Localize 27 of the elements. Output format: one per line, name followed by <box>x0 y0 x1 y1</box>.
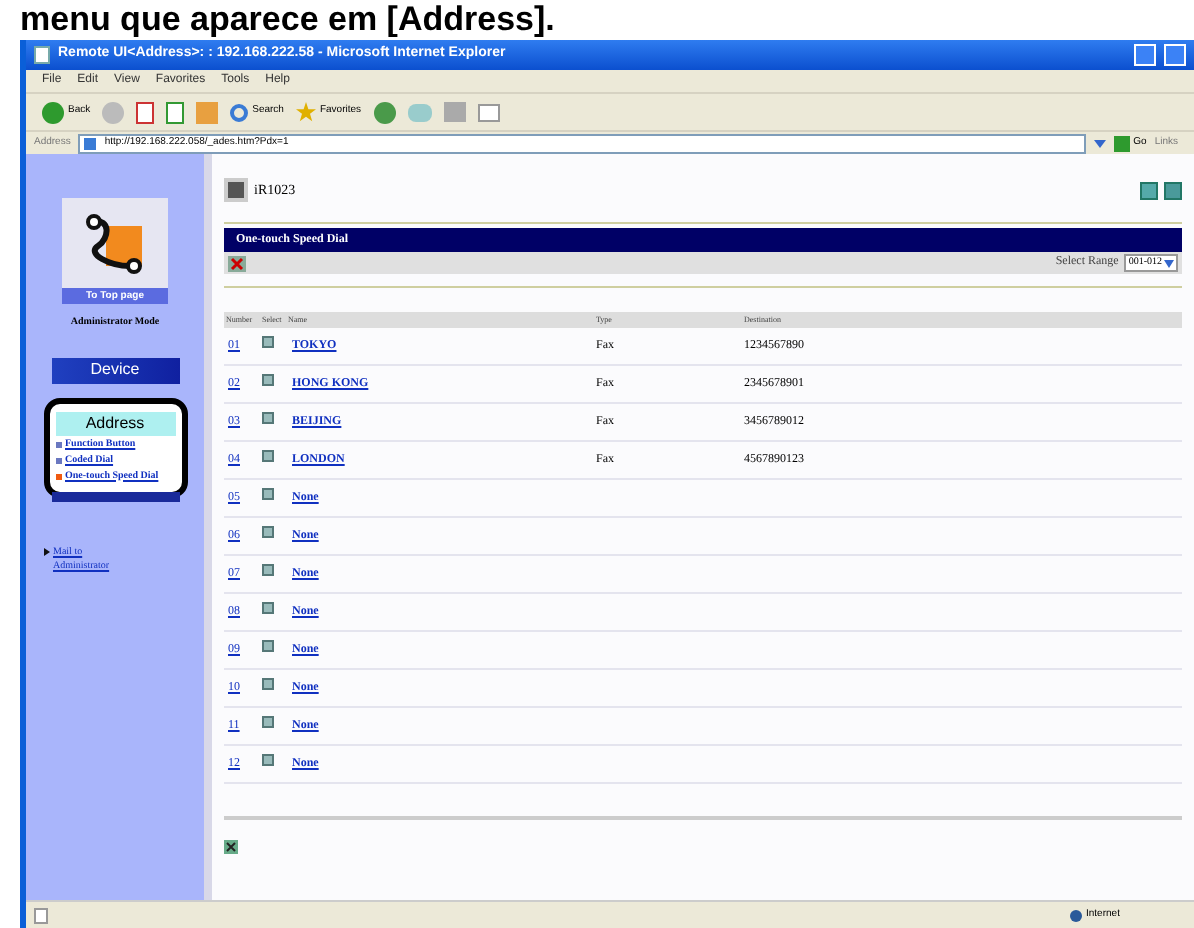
page-icon <box>84 137 97 149</box>
dropdown-arrow-icon[interactable] <box>1093 139 1106 147</box>
star-icon <box>295 102 316 122</box>
select-button[interactable] <box>262 526 274 538</box>
page-icon <box>34 907 48 923</box>
close-icon[interactable] <box>228 255 246 271</box>
select-button[interactable] <box>262 754 274 766</box>
page-icon <box>34 46 50 64</box>
address-button[interactable]: Address <box>55 411 175 435</box>
dropdown-arrow-icon <box>1164 259 1174 267</box>
close-icon[interactable] <box>224 840 238 854</box>
select-button[interactable] <box>262 678 274 690</box>
select-button[interactable] <box>262 450 274 462</box>
maximize-button[interactable] <box>1164 44 1186 66</box>
select-button[interactable] <box>262 716 274 728</box>
search-icon <box>230 103 249 121</box>
minimize-button[interactable] <box>1134 44 1156 66</box>
caption-heading: menu que aparece em [Address]. <box>20 0 555 40</box>
select-button[interactable] <box>262 412 274 424</box>
select-button[interactable] <box>262 336 274 348</box>
select-button[interactable] <box>262 602 274 614</box>
arrow-icon <box>43 547 49 555</box>
select-button[interactable] <box>262 640 274 652</box>
select-button[interactable] <box>262 374 274 386</box>
select-button[interactable] <box>262 564 274 576</box>
select-button[interactable] <box>262 488 274 500</box>
device-button[interactable]: Device <box>51 357 179 383</box>
